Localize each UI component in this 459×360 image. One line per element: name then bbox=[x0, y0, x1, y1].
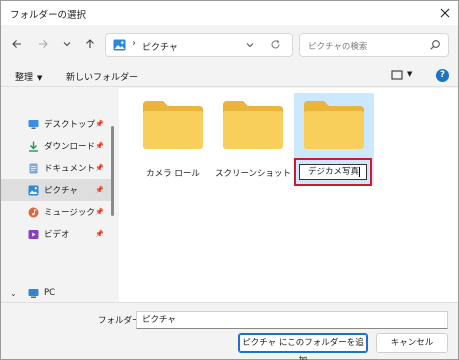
navigation-pane: デスクトップ 📌 ダウンロード 📌 ドキュメント 📌 ピクチャ 📌 ミュージック… bbox=[1, 88, 119, 302]
sidebar-item-music[interactable]: ミュージック 📌 bbox=[1, 201, 111, 223]
pin-icon: 📌 bbox=[95, 208, 104, 216]
folder-picker-dialog: フォルダーの選択 › ピクチャ ピクチャの検索 整理 ▼ 新しいフォルダー ▼ … bbox=[0, 0, 459, 360]
folder-icon bbox=[143, 101, 203, 149]
sidebar-item-label: PC bbox=[44, 288, 56, 298]
add-folder-button[interactable]: ピクチャ にこのフォルダーを追加 bbox=[238, 333, 368, 360]
sidebar-item-documents[interactable]: ドキュメント 📌 bbox=[1, 157, 111, 179]
help-button[interactable]: ? bbox=[436, 69, 449, 82]
arrow-right-icon bbox=[39, 40, 48, 48]
caret-down-icon[interactable]: ▼ bbox=[407, 70, 412, 78]
pc-icon bbox=[28, 288, 39, 298]
up-button[interactable] bbox=[81, 35, 99, 53]
text-cursor bbox=[359, 167, 360, 177]
close-button[interactable] bbox=[436, 4, 454, 22]
pin-icon: 📌 bbox=[95, 142, 104, 150]
videos-icon bbox=[28, 229, 39, 239]
pin-icon: 📌 bbox=[95, 186, 104, 194]
sidebar-item-pc[interactable]: ⌄ PC bbox=[1, 282, 111, 304]
folder-item[interactable]: カメラ ロール bbox=[133, 93, 213, 185]
folder-view: カメラ ロール スクリーンショット bbox=[119, 88, 458, 302]
pin-icon: 📌 bbox=[95, 120, 104, 128]
sidebar-item-downloads[interactable]: ダウンロード 📌 bbox=[1, 135, 111, 157]
chevron-down-icon[interactable]: ⌄ bbox=[10, 289, 17, 298]
cancel-button[interactable]: キャンセル bbox=[376, 333, 448, 353]
music-icon bbox=[28, 207, 39, 217]
rename-text: デジカメ写真 bbox=[308, 167, 360, 177]
back-button[interactable] bbox=[8, 35, 26, 53]
chevron-down-icon[interactable] bbox=[245, 40, 255, 50]
folder-label: スクリーンショット bbox=[214, 169, 292, 179]
pin-icon: 📌 bbox=[95, 164, 104, 172]
recent-locations-button[interactable] bbox=[58, 35, 76, 53]
close-icon bbox=[440, 8, 450, 18]
folder-field[interactable]: ピクチャ bbox=[136, 311, 448, 329]
navigation-bar: › ピクチャ ピクチャの検索 bbox=[1, 25, 458, 65]
sidebar-item-label: ドキュメント bbox=[44, 164, 96, 174]
rename-highlight: デジカメ写真 bbox=[294, 158, 372, 186]
caret-down-icon: ▼ bbox=[37, 74, 43, 82]
window-title: フォルダーの選択 bbox=[10, 10, 87, 21]
organize-menu[interactable]: 整理 ▼ bbox=[15, 70, 42, 83]
pictures-icon bbox=[113, 39, 126, 51]
sidebar-scrollbar[interactable] bbox=[111, 126, 114, 216]
folder-icon bbox=[223, 101, 283, 149]
arrow-left-icon bbox=[12, 40, 21, 48]
folder-icon bbox=[304, 101, 364, 149]
command-bar: 整理 ▼ 新しいフォルダー ▼ ? bbox=[1, 65, 458, 87]
sidebar-item-label: ピクチャ bbox=[44, 186, 78, 196]
refresh-icon[interactable] bbox=[270, 39, 281, 50]
chevron-down-icon bbox=[63, 42, 71, 47]
sidebar-item-label: ミュージック bbox=[44, 208, 95, 218]
search-input[interactable]: ピクチャの検索 bbox=[308, 40, 367, 52]
sidebar-item-label: デスクトップ bbox=[44, 120, 96, 130]
rename-input[interactable]: デジカメ写真 bbox=[299, 164, 367, 180]
sidebar-item-label: ビデオ bbox=[44, 230, 70, 240]
search-icon bbox=[430, 40, 440, 50]
sidebar-item-desktop[interactable]: デスクトップ 📌 bbox=[1, 113, 111, 135]
pictures-icon bbox=[28, 185, 39, 195]
address-bar[interactable]: › ピクチャ bbox=[105, 33, 293, 57]
title-bar: フォルダーの選択 bbox=[1, 1, 458, 25]
pin-icon: 📌 bbox=[95, 230, 104, 238]
folder-label: カメラ ロール bbox=[146, 169, 200, 179]
breadcrumb-pictures[interactable]: ピクチャ bbox=[142, 40, 178, 53]
help-icon: ? bbox=[439, 70, 446, 80]
arrow-up-icon bbox=[86, 39, 94, 48]
view-mode-icon[interactable] bbox=[391, 69, 403, 81]
folder-item[interactable]: スクリーンショット bbox=[213, 93, 293, 185]
sidebar-item-pictures[interactable]: ピクチャ 📌 bbox=[1, 179, 111, 201]
new-folder-button[interactable]: 新しいフォルダー bbox=[66, 70, 138, 83]
search-box[interactable]: ピクチャの検索 bbox=[299, 33, 449, 57]
forward-button[interactable] bbox=[34, 35, 52, 53]
dialog-footer: フォルダー: ピクチャ ピクチャ にこのフォルダーを追加 キャンセル bbox=[1, 302, 458, 360]
documents-icon bbox=[29, 163, 38, 173]
breadcrumb-separator: › bbox=[132, 38, 136, 49]
sidebar-item-label: ダウンロード bbox=[44, 142, 96, 152]
sidebar-item-videos[interactable]: ビデオ 📌 bbox=[1, 223, 111, 245]
download-icon bbox=[29, 141, 38, 152]
desktop-icon bbox=[28, 119, 39, 129]
organize-label: 整理 bbox=[15, 73, 34, 83]
